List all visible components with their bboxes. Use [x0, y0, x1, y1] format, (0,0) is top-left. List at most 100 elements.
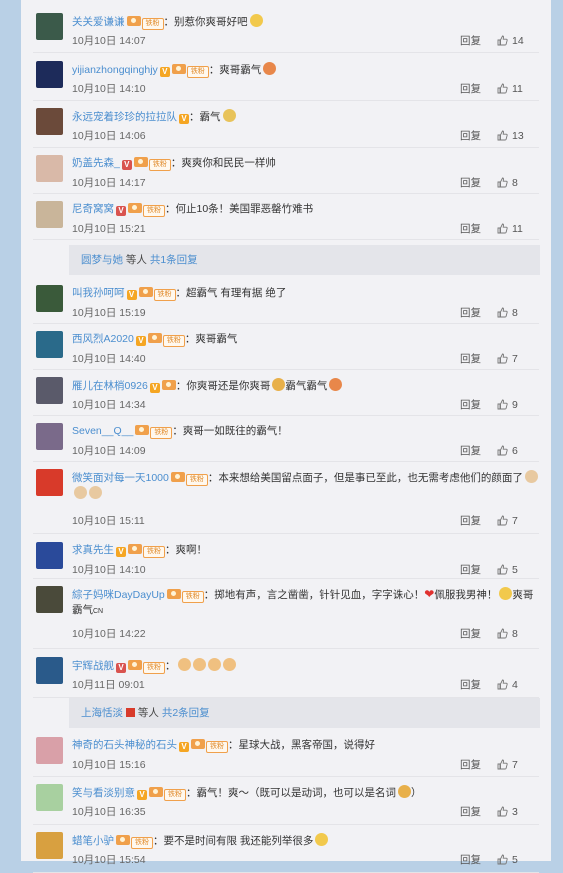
avatar[interactable]	[36, 423, 63, 450]
timestamp: 10月10日 14:10	[72, 83, 146, 95]
emoji-icon	[89, 486, 102, 499]
reply-button[interactable]: 回复	[460, 398, 481, 412]
avatar[interactable]	[36, 469, 63, 496]
fan-level-icon	[135, 425, 150, 435]
avatar[interactable]	[36, 542, 63, 569]
fan-badge: 铁粉	[131, 837, 153, 849]
like-button[interactable]: 14	[497, 34, 541, 48]
like-button[interactable]: 7	[497, 514, 541, 528]
fan-level-icon	[133, 157, 148, 167]
sub-reply-mid: 等人	[135, 707, 162, 719]
username-link[interactable]: 綜子妈咪DayDayUp	[72, 589, 165, 601]
like-button[interactable]: 8	[497, 176, 541, 190]
sub-reply-summary[interactable]: 圆梦与她 等人 共1条回复	[69, 245, 540, 275]
avatar[interactable]	[36, 832, 63, 859]
reply-button[interactable]: 回复	[460, 352, 481, 366]
reply-button[interactable]: 回复	[460, 805, 481, 819]
avatar[interactable]	[36, 13, 63, 40]
username-link[interactable]: 西风烈A2020	[72, 333, 134, 345]
comment-text-line: 尼奇窝窝 V 铁粉 ：何止10条！美国罪恶罄竹难书	[72, 202, 542, 217]
username-link[interactable]: 奶盖先森_	[72, 157, 120, 169]
username-link[interactable]: 神奇的石头神秘的石头	[72, 739, 177, 751]
username-link[interactable]: 笑与看淡别意	[72, 787, 135, 799]
reply-button[interactable]: 回复	[460, 514, 481, 528]
reply-button[interactable]: 回复	[460, 853, 481, 867]
username-link[interactable]: 宇辉战舰	[72, 660, 114, 672]
like-button[interactable]: 5	[497, 563, 541, 577]
username-link[interactable]: Seven__Q__	[72, 425, 133, 437]
timestamp: 10月10日 15:21	[72, 223, 146, 235]
emoji-icon	[222, 109, 236, 122]
verified-v-red-icon: V	[116, 206, 126, 216]
emoji-icon	[192, 658, 206, 671]
sub-reply-mid: 等人	[123, 254, 150, 266]
reply-button[interactable]: 回复	[460, 758, 481, 772]
comment-meta: 10月11日 09:01 回复 4	[72, 678, 541, 692]
sub-reply-user[interactable]: 圆梦与她	[81, 254, 123, 266]
like-button[interactable]: 11	[497, 82, 541, 96]
like-count: 13	[512, 130, 524, 142]
like-button[interactable]: 7	[497, 758, 541, 772]
avatar[interactable]	[36, 201, 63, 228]
avatar[interactable]	[36, 155, 63, 182]
comment-item: 綜子妈咪DayDayUp 铁粉 ：掷地有声，言之凿凿，针针见血，字字诛心！❤佩服我男…	[21, 579, 551, 649]
reply-button[interactable]: 回复	[460, 129, 481, 143]
like-button[interactable]: 4	[497, 678, 541, 692]
username-link[interactable]: 蜡笔小驴	[72, 835, 114, 847]
comment-text: ：星球大战，黑客帝国，说得好	[228, 739, 375, 751]
avatar[interactable]	[36, 61, 63, 88]
reply-button[interactable]: 回复	[460, 34, 481, 48]
reply-button[interactable]: 回复	[460, 82, 481, 96]
like-button[interactable]: 5	[497, 853, 541, 867]
sub-reply-user[interactable]: 上海恬淡	[81, 707, 123, 719]
row-divider	[33, 648, 539, 649]
like-button[interactable]: 3	[497, 805, 541, 819]
fan-level-icon	[128, 544, 142, 554]
sub-reply-summary[interactable]: 上海恬淡 等人 共2条回复	[69, 698, 540, 728]
username-link[interactable]: 关关爱谦谦	[72, 16, 125, 28]
reply-button[interactable]: 回复	[460, 563, 481, 577]
like-count: 3	[512, 806, 518, 818]
like-button[interactable]: 9	[497, 398, 541, 412]
like-button[interactable]: 8	[497, 627, 541, 641]
avatar[interactable]	[36, 377, 63, 404]
sub-reply-count-link[interactable]: 共2条回复	[162, 707, 210, 719]
username-link[interactable]: 永远宠着珍珍的拉拉队	[72, 111, 177, 123]
avatar[interactable]	[36, 108, 63, 135]
like-button[interactable]: 11	[497, 222, 541, 236]
avatar[interactable]	[36, 586, 63, 613]
like-count: 8	[512, 177, 518, 189]
emoji-icon	[74, 486, 87, 499]
fan-level-icon	[138, 287, 153, 297]
row-divider	[33, 52, 539, 53]
username-link[interactable]: yijianzhongqinghjy	[72, 64, 158, 76]
avatar[interactable]	[36, 285, 63, 312]
comment-item: Seven__Q__ 铁粉 ：爽哥一如既往的霸气！ 10月10日 14:09 回复 6	[21, 416, 551, 462]
reply-button[interactable]: 回复	[460, 176, 481, 190]
comment-text: ：爽爽你和民民一样帅	[170, 157, 276, 169]
reply-button[interactable]: 回复	[460, 444, 481, 458]
fan-badge: 铁粉	[181, 591, 204, 603]
like-button[interactable]: 13	[497, 129, 541, 143]
username-link[interactable]: 雁儿在林梢0926	[72, 380, 148, 392]
username-link[interactable]: 微笑面对每一天1000	[72, 472, 169, 484]
avatar[interactable]	[36, 784, 63, 811]
username-link[interactable]: 尼奇窝窝	[72, 203, 114, 215]
username-link[interactable]: 求真先生	[72, 544, 114, 556]
reply-button[interactable]: 回复	[460, 306, 481, 320]
avatar[interactable]	[36, 331, 63, 358]
reply-button[interactable]: 回复	[460, 627, 481, 641]
username-link[interactable]: 叫我孙呵呵	[72, 287, 125, 299]
like-button[interactable]: 7	[497, 352, 541, 366]
sub-reply-count-link[interactable]: 共1条回复	[150, 254, 198, 266]
reply-button[interactable]: 回复	[460, 678, 481, 692]
fan-badge: 铁粉	[162, 335, 185, 347]
comment-text: ：你爽哥还是你爽哥	[175, 380, 271, 392]
avatar[interactable]	[36, 737, 63, 764]
reply-button[interactable]: 回复	[460, 222, 481, 236]
like-button[interactable]: 6	[497, 444, 541, 458]
like-button[interactable]: 8	[497, 306, 541, 320]
avatar[interactable]	[36, 657, 63, 684]
fan-badge: 铁粉	[206, 741, 228, 753]
fan-level-icon	[161, 380, 176, 390]
